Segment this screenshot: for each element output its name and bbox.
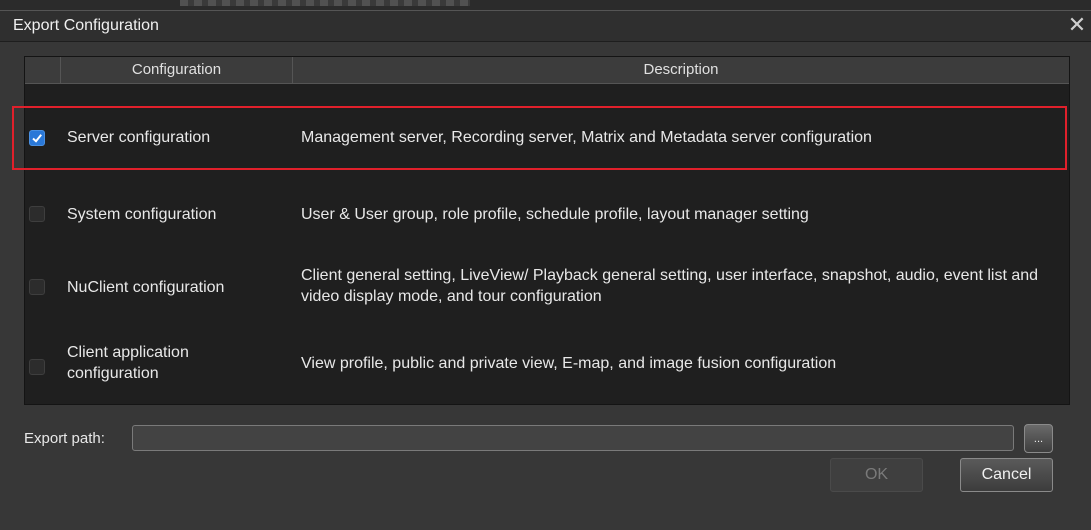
config-description: Client general setting, LiveView/ Playba… <box>301 267 1039 305</box>
header-checkbox-column <box>25 57 61 83</box>
background-window-strip <box>0 0 1091 10</box>
close-icon[interactable]: ✕ <box>1065 13 1089 37</box>
header-description[interactable]: Description <box>293 57 1069 83</box>
export-configuration-dialog: Export Configuration ✕ Configuration Des… <box>0 10 1091 530</box>
table-row[interactable]: NuClient configuration Client general se… <box>25 257 1069 317</box>
ok-button[interactable]: OK <box>830 458 923 492</box>
table-header: Configuration Description <box>25 57 1069 84</box>
config-name: NuClient configuration <box>67 279 225 296</box>
export-path-input[interactable] <box>132 425 1014 451</box>
dialog-title: Export Configuration <box>13 17 159 34</box>
config-name: Client application configuration <box>67 344 189 382</box>
config-description: View profile, public and private view, E… <box>301 355 837 372</box>
table-row[interactable]: Client application configuration View pr… <box>25 339 1069 389</box>
config-name: System configuration <box>67 206 217 223</box>
export-path-label: Export path: <box>24 430 105 447</box>
config-description: User & User group, role profile, schedul… <box>301 206 809 223</box>
table-row[interactable]: System configuration User & User group, … <box>25 192 1069 238</box>
system-configuration-checkbox[interactable] <box>29 206 45 222</box>
client-application-configuration-checkbox[interactable] <box>29 359 45 375</box>
cancel-button[interactable]: Cancel <box>960 458 1053 492</box>
browse-button[interactable]: ... <box>1024 424 1053 453</box>
selected-row-highlight <box>12 106 1067 170</box>
background-window-content <box>180 0 470 6</box>
title-bar: Export Configuration ✕ <box>0 11 1091 42</box>
nuclient-configuration-checkbox[interactable] <box>29 279 45 295</box>
header-configuration[interactable]: Configuration <box>61 57 293 83</box>
